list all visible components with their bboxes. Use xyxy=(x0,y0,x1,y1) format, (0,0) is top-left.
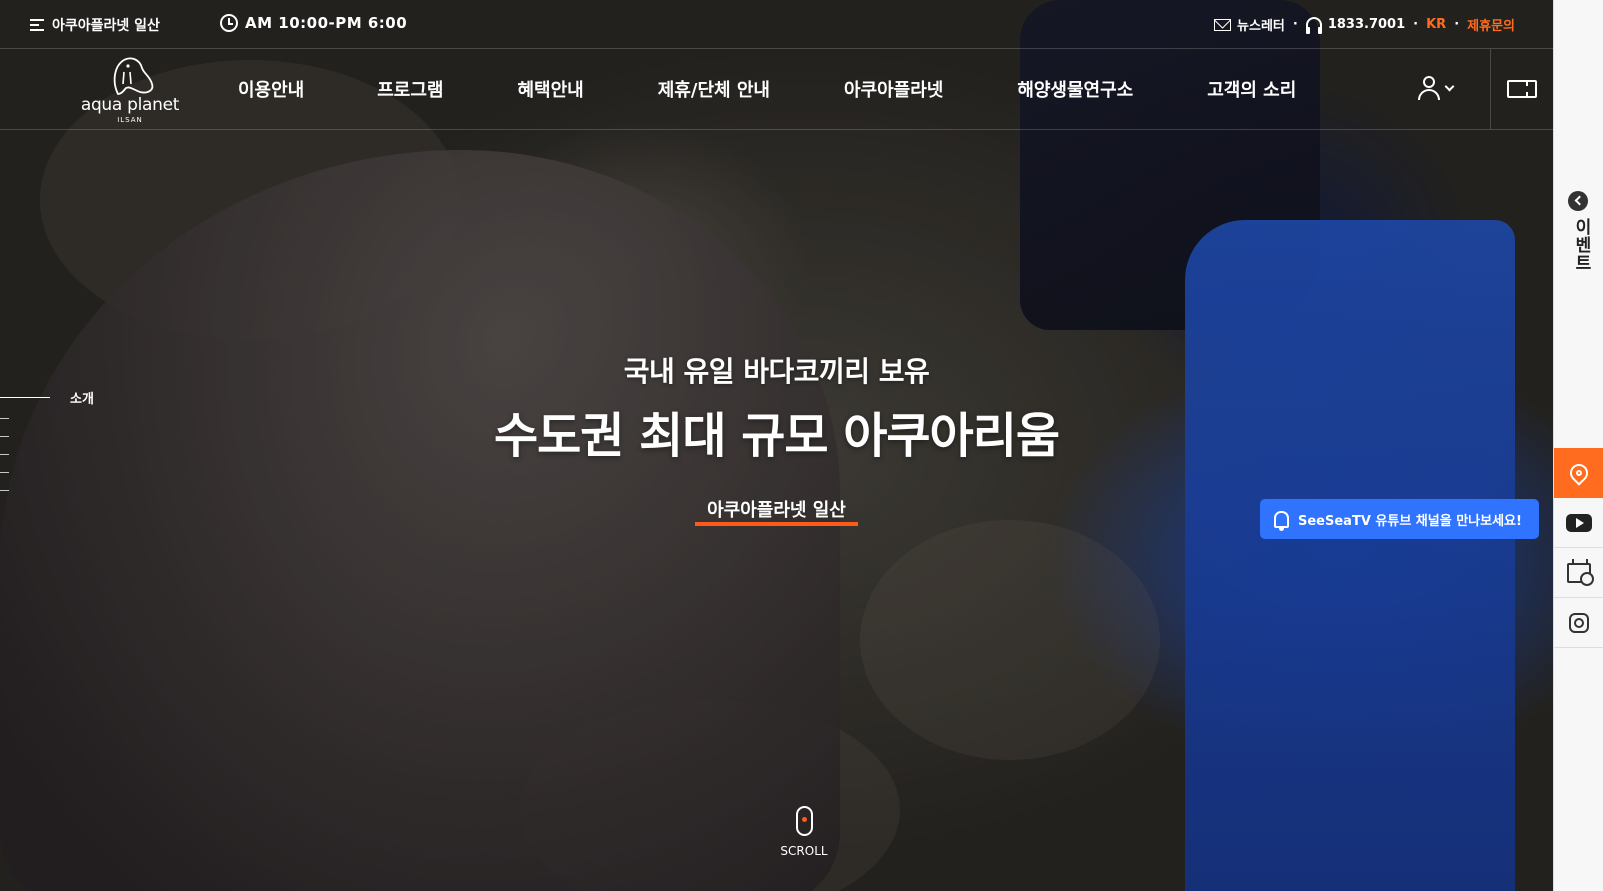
logo-location-text: ILSAN xyxy=(117,116,143,124)
ticket-reservation-button[interactable] xyxy=(1490,49,1553,129)
nav-item-partnership-group[interactable]: 제휴/단체 안내 xyxy=(658,76,770,102)
aqua-planet-logo[interactable]: aqua planet ILSAN xyxy=(75,54,185,126)
quick-link-youtube[interactable] xyxy=(1554,498,1603,548)
chevron-left-icon xyxy=(1568,191,1588,211)
location-pin-icon xyxy=(1566,459,1592,486)
user-menu-button[interactable] xyxy=(1418,76,1455,100)
nav-item-benefits[interactable]: 혜택안내 xyxy=(518,76,584,102)
youtube-channel-bubble[interactable]: SeeSeaTV 유튜브 채널을 만나보세요! xyxy=(1260,499,1539,539)
logo-brand-text: aqua planet xyxy=(80,95,180,115)
hero-location-link[interactable]: 아쿠아플라넷 일산 xyxy=(695,496,858,526)
ticket-icon xyxy=(1507,80,1537,98)
newsletter-link[interactable]: 뉴스레터 xyxy=(1237,15,1285,34)
hamburger-icon xyxy=(30,19,44,31)
site-menu-toggle[interactable]: 아쿠아플라넷 일산 xyxy=(30,15,160,35)
walrus-logo-icon xyxy=(113,57,154,95)
opening-hours-text: AM 10:00-PM 6:00 xyxy=(245,14,408,32)
quick-link-location[interactable] xyxy=(1554,448,1603,498)
youtube-icon xyxy=(1566,513,1592,532)
quick-link-instagram[interactable] xyxy=(1554,598,1603,648)
nav-item-marine-lab[interactable]: 해양생물연구소 xyxy=(1017,76,1133,102)
youtube-bubble-text: SeeSeaTV 유튜브 채널을 만나보세요! xyxy=(1298,513,1522,529)
hero-title: 수도권 최대 규모 아쿠아리움 xyxy=(493,408,1060,464)
opening-hours: AM 10:00-PM 6:00 xyxy=(220,14,407,32)
scroll-indicator[interactable]: SCROLL xyxy=(776,806,832,858)
nav-item-programs[interactable]: 프로그램 xyxy=(377,76,443,102)
nav-item-aqua-planet[interactable]: 아쿠아플라넷 xyxy=(844,76,943,102)
site-menu-label: 아쿠아플라넷 일산 xyxy=(52,18,160,34)
chevron-down-icon xyxy=(1444,81,1455,91)
primary-menu: 이용안내 프로그램 혜택안내 제휴/단체 안내 아쿠아플라넷 해양생물연구소 고… xyxy=(230,49,1296,129)
user-icon xyxy=(1418,76,1440,100)
event-tab-label: 이벤트 xyxy=(1571,218,1591,272)
calendar-icon xyxy=(1567,558,1594,586)
bell-icon xyxy=(1274,510,1289,531)
nav-item-customer-voice[interactable]: 고객의 소리 xyxy=(1207,76,1296,102)
quick-link-schedule[interactable] xyxy=(1554,548,1603,598)
phone-number[interactable]: 1833.7001 xyxy=(1328,17,1405,32)
headset-icon xyxy=(1305,17,1322,34)
partnership-inquiry-link[interactable]: 제휴문의 xyxy=(1467,15,1515,34)
language-selector[interactable]: KR xyxy=(1426,17,1446,32)
quick-links xyxy=(1554,448,1603,648)
top-utility-bar: 아쿠아플라넷 일산 AM 10:00-PM 6:00 뉴스레터 · 1833.7… xyxy=(0,0,1553,49)
nav-item-usage-guide[interactable]: 이용안내 xyxy=(238,76,304,102)
event-panel-toggle[interactable]: 이벤트 xyxy=(1554,180,1603,280)
utility-links: 뉴스레터 · 1833.7001 · KR · 제휴문의 xyxy=(1214,15,1515,34)
hero-subtitle: 국내 유일 바다코끼리 보유 xyxy=(623,355,930,388)
clock-icon xyxy=(220,14,238,32)
right-quick-sidebar: 이벤트 xyxy=(1553,0,1603,891)
scroll-label: SCROLL xyxy=(780,844,828,858)
instagram-icon xyxy=(1569,612,1589,633)
main-navigation: aqua planet ILSAN 이용안내 프로그램 혜택안내 제휴/단체 안… xyxy=(0,49,1553,130)
mouse-scroll-icon xyxy=(795,806,813,836)
mail-icon xyxy=(1214,18,1232,31)
